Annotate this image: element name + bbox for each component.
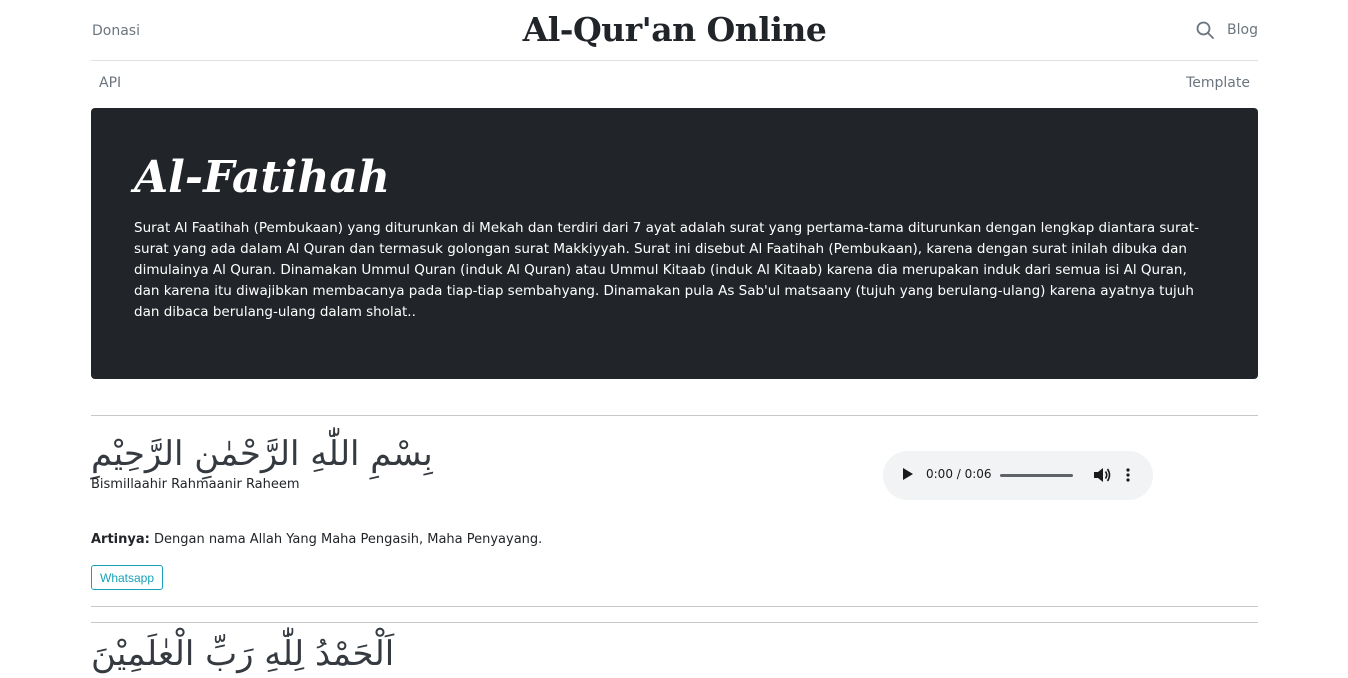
surah-title: Al-Fatihah (134, 152, 390, 203)
whatsapp-share-button[interactable]: Whatsapp (91, 565, 164, 590)
ayat-arabic: بِسْمِ اللّٰهِ الرَّحْمٰنِ الرَّحِيْمِ (91, 434, 433, 474)
ayat-translation: Artinya: Dengan nama Allah Yang Maha Pen… (91, 532, 542, 547)
blog-link[interactable]: Blog (1227, 22, 1258, 38)
play-icon[interactable] (903, 468, 913, 480)
divider (91, 415, 1258, 416)
audio-player[interactable]: 0:00 / 0:06 (883, 451, 1153, 500)
site-title[interactable]: Al-Qur'an Online (91, 10, 1258, 49)
volume-icon[interactable] (1093, 467, 1111, 483)
translation-text: Dengan nama Allah Yang Maha Pengasih, Ma… (153, 532, 543, 547)
audio-time: 0:00 / 0:06 (926, 467, 992, 481)
ayat-latin: Bismillaahir Rahmaanir Raheem (91, 477, 300, 492)
divider (91, 622, 1258, 623)
audio-progress-slider[interactable] (1000, 474, 1073, 477)
translation-label: Artinya: (91, 532, 150, 547)
page-container: Donasi Al-Qur'an Online Blog API Templat… (91, 0, 1258, 674)
nav-template-link[interactable]: Template (1186, 75, 1250, 91)
more-vertical-icon[interactable] (1126, 467, 1130, 483)
surah-description: Surat Al Faatihah (Pembukaan) yang ditur… (134, 220, 1199, 320)
site-header: Donasi Al-Qur'an Online Blog (91, 0, 1258, 61)
search-icon[interactable] (1196, 21, 1214, 39)
nav-bar: API Template (91, 61, 1258, 107)
divider (91, 606, 1258, 607)
nav-api-link[interactable]: API (99, 75, 121, 91)
ayat-arabic: اَلْحَمْدُ لِلّٰهِ رَبِّ الْعٰلَمِيْنَ (91, 634, 395, 674)
surah-hero: Al-Fatihah Surat Al Faatihah (Pembukaan)… (91, 108, 1258, 379)
